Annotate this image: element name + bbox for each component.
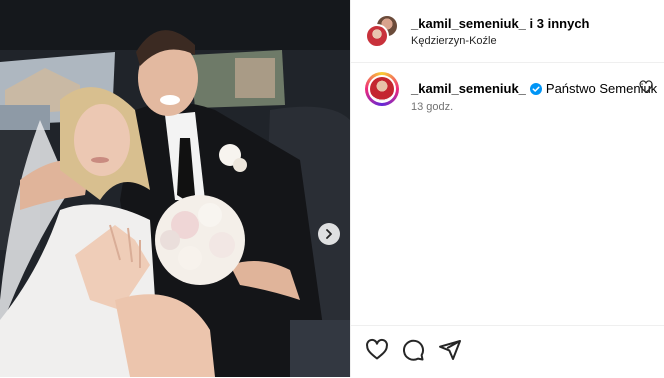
comment-icon[interactable] (401, 338, 425, 362)
action-bar (351, 325, 664, 378)
chevron-right-icon (326, 229, 332, 239)
wedding-photo-illustration (0, 0, 350, 377)
others-link[interactable]: 3 innych (537, 16, 590, 31)
post-authors: _kamil_semeniuk_ i 3 innych (411, 16, 590, 31)
authors-joiner: i (525, 16, 537, 31)
like-icon[interactable] (365, 338, 389, 362)
location-link[interactable]: Kędzierzyn-Koźle (411, 35, 497, 47)
collab-avatars[interactable] (365, 14, 399, 48)
post-side-panel: _kamil_semeniuk_ i 3 innych Kędzierzyn-K… (350, 0, 664, 377)
post-timestamp: 13 godz. (411, 101, 454, 113)
avatar[interactable] (365, 24, 389, 48)
next-photo-button[interactable] (318, 223, 340, 245)
caption: _kamil_semeniuk_ Państwo Semeniuk (411, 81, 657, 96)
caption-username[interactable]: _kamil_semeniuk_ (411, 81, 526, 96)
post-header: _kamil_semeniuk_ i 3 innych Kędzierzyn-K… (351, 0, 664, 63)
share-icon[interactable] (438, 338, 462, 362)
avatar[interactable] (365, 72, 399, 106)
verified-badge-icon (529, 82, 542, 95)
heart-icon[interactable] (639, 80, 653, 94)
author-username[interactable]: _kamil_semeniuk_ (411, 16, 526, 31)
post-photo[interactable] (0, 0, 350, 377)
